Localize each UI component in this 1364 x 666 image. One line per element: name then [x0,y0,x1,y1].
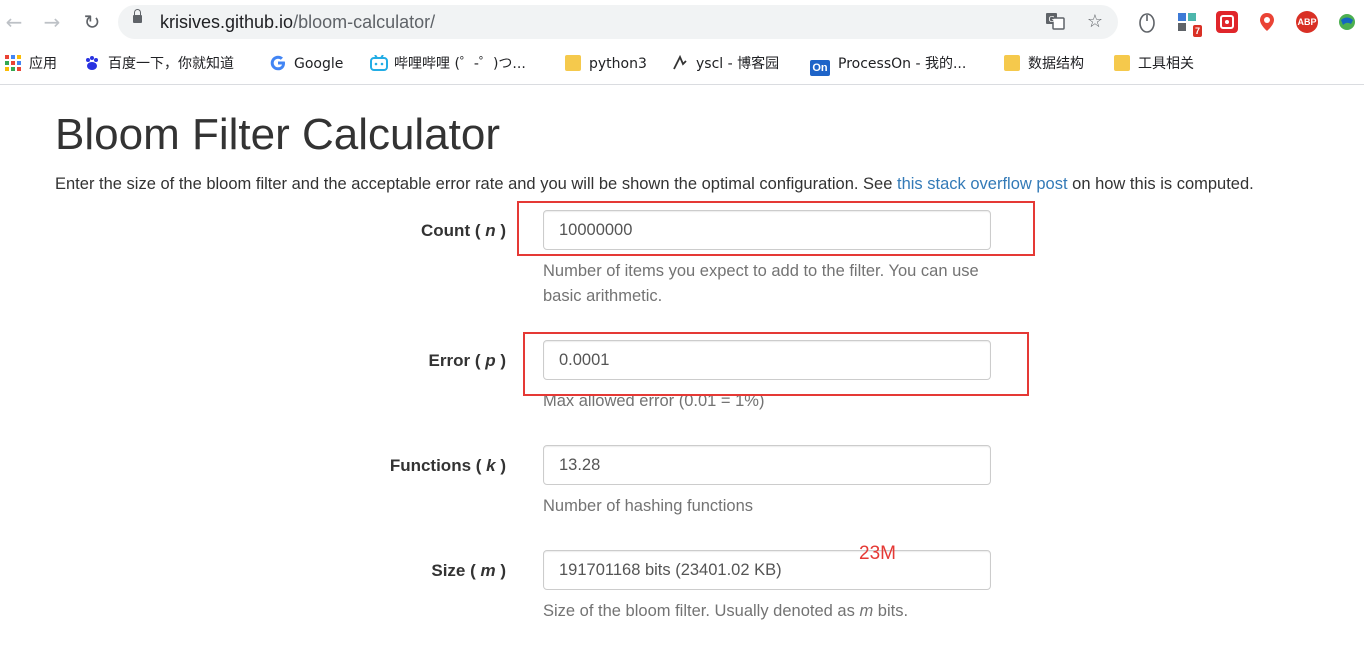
red-extension-icon[interactable] [1216,11,1238,33]
label-text: ) [495,351,506,370]
bookmark-label: 数据结构 [1028,56,1084,72]
label-var: m [480,561,496,580]
forward-arrow-icon[interactable]: → [40,10,64,34]
lock-icon [133,9,142,23]
bookmark-label: yscl - 博客园 [696,56,780,72]
bookmark-label: ProcessOn - 我的... [838,56,967,72]
bilibili-tv-icon [370,54,388,71]
label-text: Functions ( [389,456,487,475]
count-help: Number of items you expect to add to the… [543,262,979,305]
functions-help: Number of hashing functions [543,497,754,515]
desc-text-end: on how this is computed. [1067,175,1254,193]
baidu-paw-icon [84,55,100,71]
adblock-plus-icon[interactable]: ABP [1296,11,1318,33]
bookmark-apps[interactable]: 应用 [5,54,57,74]
browser-toolbar: ← → ↻ krisives.github.io/bloom-calculato… [0,0,1364,44]
bookmark-label: 百度一下，你就知道 [108,56,234,72]
bookmark-label: Google [294,56,344,72]
desc-text: Enter the size of the bloom filter and t… [55,175,897,193]
svg-text:G: G [1049,15,1055,24]
bookmark-data-structures[interactable]: 数据结构 [1004,54,1084,74]
help-text-end: bits. [873,602,909,620]
bookmark-google[interactable]: Google [270,54,343,74]
reload-icon[interactable]: ↻ [80,10,104,34]
size-annotation-note: 23M [859,543,896,564]
url-host: krisives.github.io [160,12,294,32]
extension-badge: 7 [1192,25,1202,37]
bookmark-baidu[interactable]: 百度一下，你就知道 [84,54,234,74]
toolbar-divider [0,84,1364,85]
bookmark-label: 工具相关 [1138,56,1194,72]
stack-overflow-link[interactable]: this stack overflow post [897,175,1068,193]
functions-input[interactable] [543,445,991,485]
apps-grid-icon [5,55,21,71]
tiles-extension-icon[interactable]: 7 [1176,11,1202,37]
size-help: Size of the bloom filter. Usually denote… [543,599,993,624]
size-label: Size ( m ) [306,561,506,581]
label-var: k [486,456,496,475]
label-text: ) [495,561,506,580]
label-var: p [485,351,496,370]
bookmark-star-icon[interactable]: ☆ [1084,11,1106,33]
bookmark-tools[interactable]: 工具相关 [1114,54,1194,74]
functions-label: Functions ( k ) [306,456,506,476]
bookmarks-bar: 应用 百度一下，你就知道 Google 哔哩哔哩 (゜-゜)つ... pytho… [0,48,1364,80]
url-text[interactable]: krisives.github.io/bloom-calculator/ [160,12,435,33]
count-highlight-box [517,201,1035,256]
folder-icon [1004,55,1020,71]
url-path: /bloom-calculator/ [293,12,436,32]
label-text: Size ( [431,561,481,580]
help-var: m [859,602,874,620]
address-bar[interactable]: krisives.github.io/bloom-calculator/ G ☆ [118,5,1118,39]
translate-icon[interactable]: G [1044,11,1066,33]
folder-icon [1114,55,1130,71]
count-label: Count ( n ) [306,221,506,241]
bookmark-label: 哔哩哔哩 (゜-゜)つ... [394,56,526,72]
size-input[interactable] [543,550,991,590]
folder-icon [565,55,581,71]
google-g-icon [270,55,286,71]
label-text: ) [495,221,506,240]
label-text: Error ( [428,351,486,370]
bookmark-label: 应用 [29,56,57,72]
globe-extension-icon[interactable] [1336,11,1358,33]
bookmark-bilibili[interactable]: 哔哩哔哩 (゜-゜)つ... [370,54,526,74]
label-text: ) [495,456,506,475]
help-text: Size of the bloom filter. Usually denote… [543,602,860,620]
mouse-extension-icon[interactable] [1136,11,1158,33]
page-description: Enter the size of the bloom filter and t… [55,175,1254,194]
page-title: Bloom Filter Calculator [55,110,501,159]
bookmark-cnblogs[interactable]: yscl - 博客园 [672,54,779,74]
cnblogs-icon [672,54,688,71]
bookmark-python3[interactable]: python3 [565,54,647,74]
label-var: n [485,221,496,240]
bookmark-processon[interactable]: On ProcessOn - 我的... [810,54,967,76]
location-pin-extension-icon[interactable] [1256,11,1278,33]
back-arrow-icon[interactable]: ← [2,10,26,34]
processon-icon: On [810,60,830,76]
error-label: Error ( p ) [306,351,506,371]
error-highlight-box [523,332,1029,396]
bookmark-label: python3 [589,56,647,72]
label-text: Count ( [421,221,486,240]
